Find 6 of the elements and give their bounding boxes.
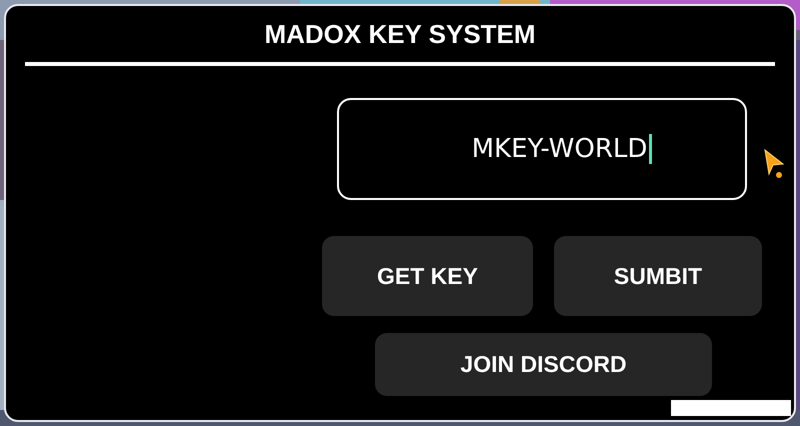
join-discord-button[interactable]: JOIN DISCORD xyxy=(375,333,712,396)
cursor-icon xyxy=(763,148,787,180)
key-field[interactable]: MKEY-WORLD xyxy=(337,98,747,200)
get-key-button[interactable]: GET KEY xyxy=(322,236,533,316)
submit-button[interactable]: SUMBIT xyxy=(554,236,762,316)
window-title: MADOX KEY SYSTEM xyxy=(264,18,536,50)
